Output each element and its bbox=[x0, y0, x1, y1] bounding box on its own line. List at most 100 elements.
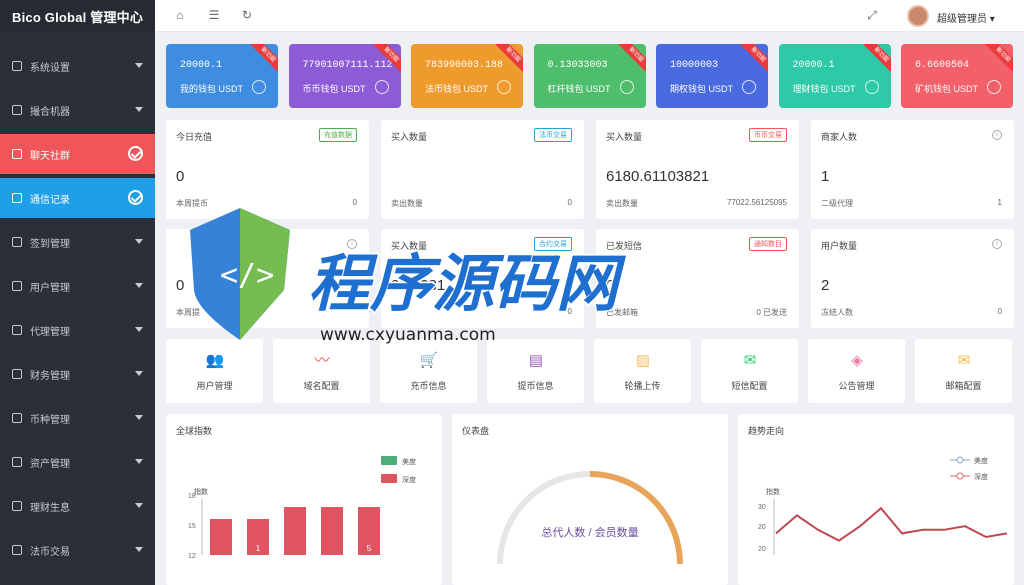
avatar[interactable] bbox=[907, 5, 929, 27]
quick-action-label: 短信配置 bbox=[731, 381, 768, 391]
wallet-card[interactable]: 10000003 期权钱包 USDT 新功能 bbox=[656, 44, 768, 108]
wallet-card[interactable]: 0.13033003 杠杆钱包 USDT 新功能 bbox=[533, 44, 646, 108]
wallet-icon bbox=[742, 80, 756, 94]
sidebar-item[interactable]: 撮合机器 bbox=[0, 90, 155, 130]
trend-line bbox=[775, 506, 1008, 542]
user-icon bbox=[12, 281, 22, 291]
line-chart: 美度深度指数 30 20 20 bbox=[758, 456, 1008, 555]
bar-data-label: 5 bbox=[367, 544, 372, 553]
stat-tag: 法币交易 bbox=[534, 128, 572, 142]
stat-sub-label: 已发邮箱 bbox=[606, 308, 638, 317]
stat-sub-value: 1 bbox=[997, 198, 1002, 207]
info-icon[interactable]: i bbox=[992, 130, 1002, 140]
bar-chart: 美度深度指数1815121 5 bbox=[188, 456, 416, 560]
refresh-icon[interactable]: ↻ bbox=[240, 8, 254, 22]
agent-icon bbox=[12, 325, 22, 335]
chevron-down-icon bbox=[135, 107, 143, 112]
wallet-label: 理财钱包 USDT bbox=[792, 84, 856, 94]
pulse-icon: 〰 bbox=[314, 352, 330, 369]
quick-action-label: 邮箱配置 bbox=[945, 381, 982, 391]
quick-action[interactable]: 🛒 充币信息 bbox=[380, 339, 477, 403]
wallet-icon bbox=[252, 80, 266, 94]
trend-panel: 趋势走向 美度 深度 指数 30 20 20 bbox=[738, 414, 1014, 585]
sidebar-item[interactable]: 资产管理 bbox=[0, 442, 155, 482]
stat-title: 商家人数 bbox=[821, 132, 858, 142]
new-ribbon: 新功能 bbox=[738, 44, 768, 75]
bar-data-label: 1 bbox=[256, 544, 261, 553]
sidebar-item-label: 资产管理 bbox=[30, 458, 70, 470]
quick-action[interactable]: 👥 用户管理 bbox=[166, 339, 263, 403]
y-axis-label: 指数 bbox=[194, 487, 208, 496]
chevron-down-icon bbox=[135, 459, 143, 464]
sidebar-item[interactable]: 币种管理 bbox=[0, 398, 155, 438]
chevron-down-icon bbox=[135, 327, 143, 332]
quick-action[interactable]: ✉ 邮箱配置 bbox=[915, 339, 1012, 403]
stat-sub-label: 本周提币 bbox=[176, 199, 208, 208]
legend-swatch bbox=[381, 456, 397, 465]
sidebar-item[interactable]: 通信记录 bbox=[0, 178, 155, 218]
stat-title: 买入数量 bbox=[606, 132, 643, 142]
stat-sub-value: 0 bbox=[352, 198, 357, 207]
y-tick-label: 18 bbox=[188, 493, 196, 500]
username-dropdown[interactable]: 超级管理员 ▾ bbox=[937, 10, 995, 25]
sidebar-item[interactable]: 系统设置 bbox=[0, 46, 155, 86]
image-icon: ▨ bbox=[635, 352, 651, 369]
wallet-card[interactable]: 77901007111.112 币币钱包 USDT 新功能 bbox=[288, 44, 401, 108]
gauge-arc bbox=[589, 471, 683, 565]
stat-panel: 今日充值 充值数据 0 本周提币 0 bbox=[166, 120, 369, 219]
legend-label: 深度 bbox=[402, 475, 416, 484]
sidebar-item[interactable]: 理财生息 bbox=[0, 486, 155, 526]
wallet-icon bbox=[987, 80, 1001, 94]
sidebar-item-label: 理财生息 bbox=[30, 502, 70, 514]
coin-icon bbox=[12, 413, 22, 423]
wallet-card[interactable]: 20000.1 理财钱包 USDT 新功能 bbox=[778, 44, 891, 108]
sliders-icon bbox=[12, 61, 22, 71]
sidebar: Bico Global 管理中心 系统设置 撮合机器 聊天社群 通信记录 签到管理 用户管… bbox=[0, 0, 155, 585]
y-tick-label: 12 bbox=[188, 553, 196, 560]
quick-action[interactable]: ✉ 短信配置 bbox=[701, 339, 798, 403]
stat-title: 买入数量 bbox=[391, 241, 428, 251]
info-icon[interactable]: i bbox=[992, 239, 1002, 249]
quick-action[interactable]: ▤ 提币信息 bbox=[487, 339, 584, 403]
quick-action[interactable]: ▨ 轮播上传 bbox=[594, 339, 691, 403]
bar bbox=[321, 507, 343, 555]
stat-sub-label: 卖出数量 bbox=[391, 199, 423, 208]
legend-marker bbox=[956, 456, 964, 464]
users-icon: 👥 bbox=[205, 352, 225, 369]
sidebar-item[interactable]: 聊天社群 bbox=[0, 134, 155, 174]
sidebar-item[interactable]: 代理管理 bbox=[0, 310, 155, 350]
stat-title: 已发短信 bbox=[606, 241, 643, 251]
gauge-panel: 仪表盘 总代人数 / 会员数量 bbox=[452, 414, 728, 585]
sidebar-item[interactable]: 签到管理 bbox=[0, 222, 155, 262]
wallet-label: 币币钱包 USDT bbox=[302, 84, 366, 94]
wallet-balance: 783990003.188 bbox=[425, 60, 504, 71]
check-circle-icon bbox=[128, 146, 143, 161]
chat-icon bbox=[12, 149, 22, 159]
fullscreen-icon[interactable]: ⤢ bbox=[865, 8, 879, 22]
quick-action[interactable]: 〰域名配置 bbox=[273, 339, 370, 403]
check-circle-icon bbox=[128, 190, 143, 205]
wallet-card[interactable]: 6.6600504 矿机钱包 USDT 新功能 bbox=[901, 44, 1013, 108]
chevron-down-icon bbox=[135, 239, 143, 244]
wallet-card[interactable]: 20000.1 我的钱包 USDT 新功能 bbox=[166, 44, 278, 108]
wallet-balance: 20000.1 bbox=[180, 60, 223, 71]
quick-action-label: 用户管理 bbox=[196, 381, 233, 391]
phone-icon bbox=[12, 193, 22, 203]
home-icon[interactable]: ⌂ bbox=[173, 8, 187, 22]
doc-icon: ▤ bbox=[528, 352, 544, 369]
stat-sub-value: 0 bbox=[567, 307, 572, 316]
stat-value: 1 bbox=[821, 168, 830, 185]
sidebar-item[interactable]: 财务管理 bbox=[0, 354, 155, 394]
wallet-balance: 6.6600504 bbox=[915, 60, 970, 71]
wallet-card[interactable]: 783990003.188 法币钱包 USDT 新功能 bbox=[411, 44, 523, 108]
sidebar-item[interactable]: 用户管理 bbox=[0, 266, 155, 306]
stat-value: 287.281 bbox=[391, 277, 446, 294]
stat-sub-label: 二级代理 bbox=[821, 199, 853, 208]
quick-action[interactable]: ◈ 公告管理 bbox=[808, 339, 905, 403]
menu-toggle-icon[interactable]: ☰ bbox=[207, 8, 221, 22]
new-ribbon: 新功能 bbox=[616, 44, 646, 75]
y-axis-label: 指数 bbox=[766, 487, 780, 496]
stat-panel: 买入数量 法币交易 卖出数量 0 bbox=[381, 120, 584, 219]
sidebar-item[interactable]: 法币交易 bbox=[0, 530, 155, 570]
info-icon[interactable]: i bbox=[347, 239, 357, 249]
